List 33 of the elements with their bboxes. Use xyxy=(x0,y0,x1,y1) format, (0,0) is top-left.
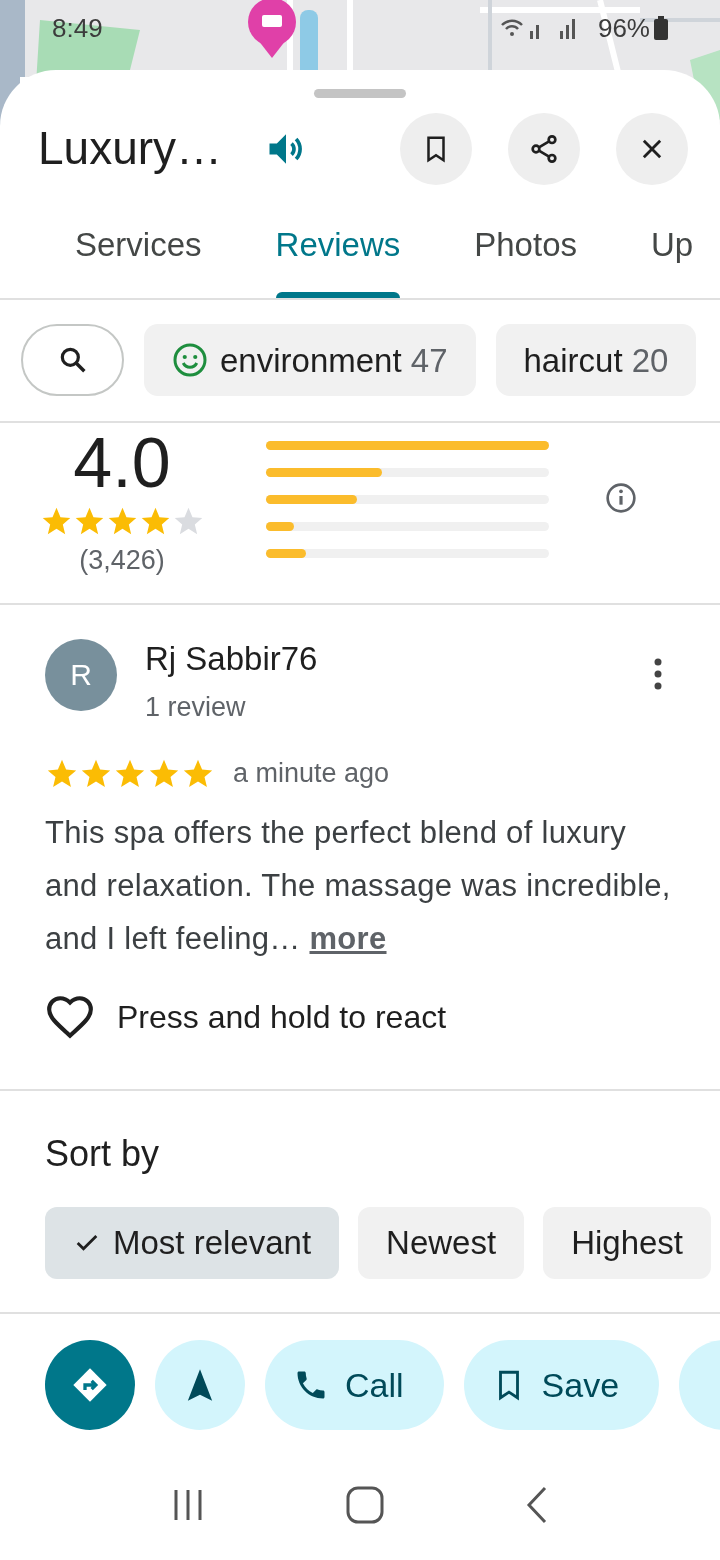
react-hint: Press and hold to react xyxy=(117,997,447,1037)
more-options-icon[interactable] xyxy=(653,656,663,691)
status-time: 8:49 xyxy=(52,11,103,45)
smiley-icon xyxy=(172,342,208,379)
navigation-arrow-icon xyxy=(185,1368,215,1403)
place-title: Luxury… xyxy=(38,121,223,177)
sort-chip[interactable]: Most relevant xyxy=(45,1206,340,1279)
review-time: a minute ago xyxy=(233,757,390,791)
share-icon xyxy=(528,132,560,165)
review-text: This spa offers the perfect blend of luxury and relaxation. The massage was incredible, and I left feeling… more xyxy=(45,813,672,958)
reviewer-meta: 1 review xyxy=(145,690,247,724)
save-button[interactable]: Save xyxy=(463,1340,660,1431)
more-link[interactable]: more xyxy=(309,920,387,956)
drag-handle[interactable] xyxy=(314,89,406,98)
tab[interactable]: Up xyxy=(651,211,694,298)
topic-chip[interactable]: haircut 20 xyxy=(495,324,697,397)
heart-icon[interactable] xyxy=(45,993,95,1040)
sort-chip[interactable]: Highest xyxy=(543,1206,712,1279)
battery-icon xyxy=(654,16,668,40)
search-button[interactable] xyxy=(21,324,124,397)
sort-chip[interactable]: Newest xyxy=(358,1206,525,1279)
tab[interactable]: Services xyxy=(75,211,202,298)
home-icon[interactable] xyxy=(346,1486,384,1525)
tab[interactable]: Photos xyxy=(474,211,577,298)
rating-score: 4.0 xyxy=(73,425,171,502)
call-button[interactable]: Call xyxy=(265,1340,444,1431)
sort-title: Sort by xyxy=(45,1132,160,1174)
info-icon[interactable] xyxy=(605,482,637,515)
rating-count: (3,426) xyxy=(79,544,165,578)
topic-chip[interactable]: environment 47 xyxy=(144,324,476,397)
battery-percentage: 96% xyxy=(597,11,650,45)
tab[interactable]: Reviews xyxy=(275,211,401,298)
reviewer-name[interactable]: Rj Sabbir76 xyxy=(145,638,318,679)
